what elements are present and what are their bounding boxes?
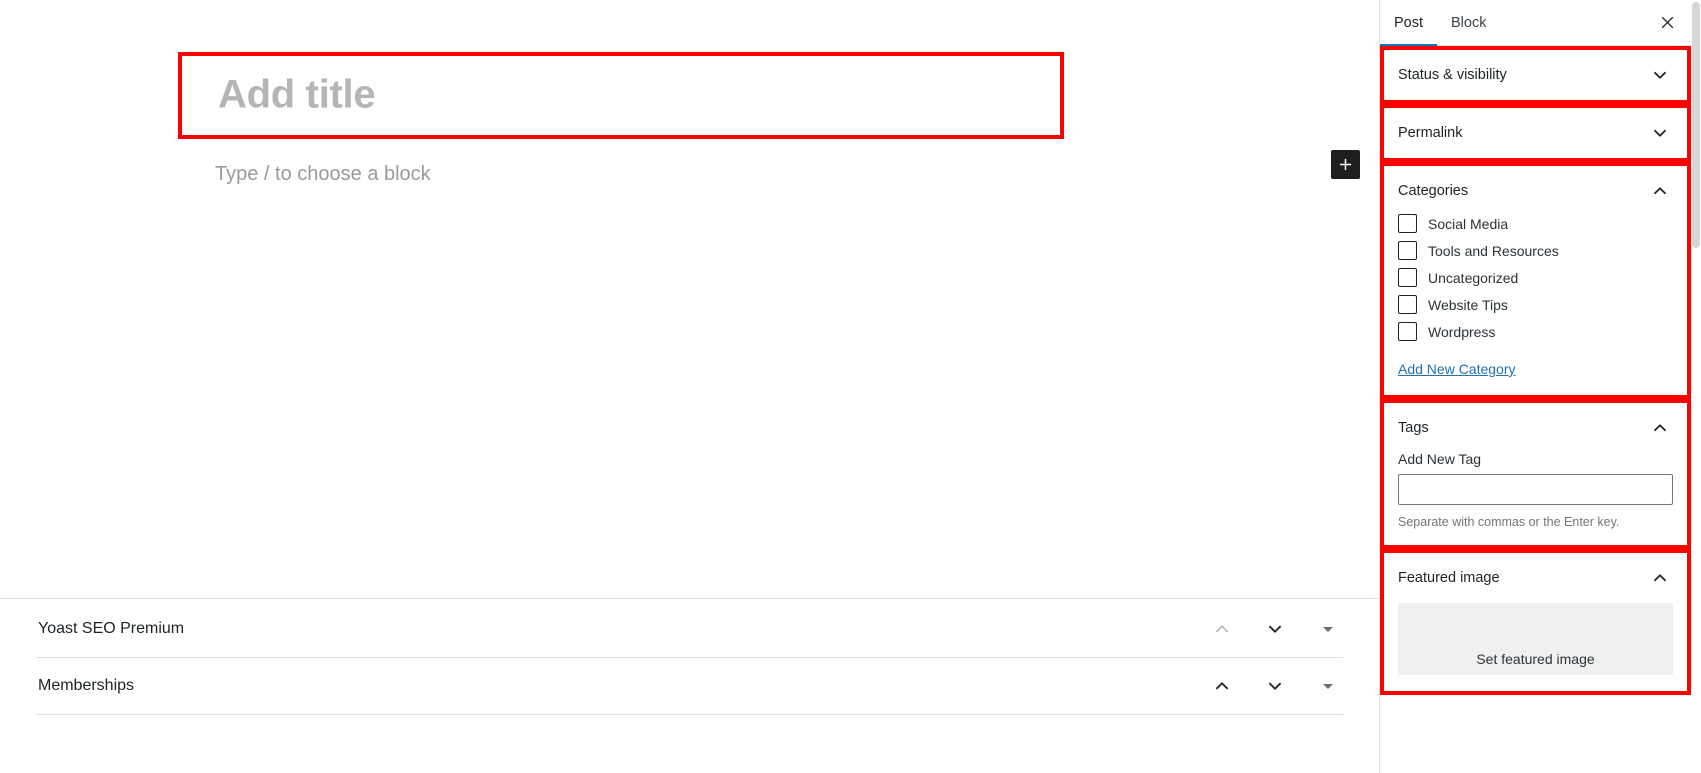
move-up-button[interactable] — [1207, 671, 1237, 701]
toggle-panel-button[interactable] — [1313, 614, 1343, 644]
chevron-up-icon — [1216, 682, 1228, 690]
chevron-down-icon — [1269, 625, 1281, 633]
settings-sidebar: Post Block Status & visibility Permalink… — [1379, 0, 1691, 773]
meta-panel-actions — [1207, 658, 1343, 714]
page-scrollbar-track[interactable] — [1691, 0, 1701, 773]
checkbox-icon[interactable] — [1398, 214, 1417, 233]
panel-tags-title: Tags — [1398, 420, 1429, 436]
chevron-down-icon — [1269, 682, 1281, 690]
panel-status-visibility-header[interactable]: Status & visibility — [1384, 50, 1687, 100]
editor-region: Add title Type / to choose a block Yoast… — [0, 0, 1379, 773]
category-label: Uncategorized — [1428, 269, 1519, 286]
post-title-placeholder: Add title — [218, 72, 376, 117]
category-label: Wordpress — [1428, 323, 1496, 340]
category-item-uncategorized[interactable]: Uncategorized — [1398, 268, 1673, 287]
panel-status-visibility-title: Status & visibility — [1398, 67, 1507, 83]
meta-panel-title: Memberships — [38, 677, 135, 694]
checkbox-icon[interactable] — [1398, 322, 1417, 341]
meta-panel-actions — [1207, 601, 1343, 657]
checkbox-icon[interactable] — [1398, 295, 1417, 314]
set-featured-image-button[interactable]: Set featured image — [1398, 603, 1673, 675]
panel-tags[interactable]: Tags Add New Tag Separate with commas or… — [1380, 399, 1691, 549]
meta-boxes-region: Yoast SEO Premium Memberships — [0, 598, 1379, 773]
block-appender-placeholder[interactable]: Type / to choose a block — [215, 163, 431, 186]
category-item-tools-and-resources[interactable]: Tools and Resources — [1398, 241, 1673, 260]
panel-categories[interactable]: Categories Social Media Tools and Resour… — [1380, 162, 1691, 399]
move-down-button[interactable] — [1260, 614, 1290, 644]
tab-post-label: Post — [1394, 15, 1424, 31]
close-icon — [1661, 16, 1673, 29]
category-label: Social Media — [1428, 215, 1509, 232]
category-item-website-tips[interactable]: Website Tips — [1398, 295, 1673, 314]
panel-categories-title: Categories — [1398, 183, 1469, 199]
panel-featured-image[interactable]: Featured image Set featured image — [1380, 549, 1691, 695]
category-item-wordpress[interactable]: Wordpress — [1398, 322, 1673, 341]
tab-block-label: Block — [1451, 15, 1487, 31]
close-sidebar-button[interactable] — [1651, 7, 1683, 39]
wordpress-block-editor: Add title Type / to choose a block Yoast… — [0, 0, 1701, 773]
page-scrollbar-thumb[interactable] — [1692, 2, 1700, 248]
sidebar-tab-bar: Post Block — [1380, 0, 1691, 47]
chevron-up-icon — [1649, 180, 1671, 202]
panel-permalink-title: Permalink — [1398, 125, 1463, 141]
panel-featured-image-header[interactable]: Featured image — [1384, 553, 1687, 603]
panel-status-visibility[interactable]: Status & visibility — [1380, 46, 1691, 104]
panel-tags-body: Add New Tag Separate with commas or the … — [1384, 451, 1687, 545]
post-title-field[interactable]: Add title — [178, 52, 1064, 139]
category-label: Tools and Resources — [1428, 242, 1559, 259]
tab-block[interactable]: Block — [1437, 0, 1500, 46]
chevron-up-icon — [1649, 417, 1671, 439]
editor-canvas[interactable]: Add title Type / to choose a block — [0, 0, 1379, 598]
panel-featured-image-title: Featured image — [1398, 570, 1500, 586]
add-new-tag-label: Add New Tag — [1398, 451, 1482, 467]
add-block-button[interactable] — [1331, 150, 1360, 179]
checkbox-icon[interactable] — [1398, 268, 1417, 287]
toggle-panel-button[interactable] — [1313, 671, 1343, 701]
meta-panel-yoast[interactable]: Yoast SEO Premium — [36, 601, 1343, 658]
panel-featured-image-body: Set featured image — [1384, 603, 1687, 691]
tags-help-text: Separate with commas or the Enter key. — [1398, 515, 1620, 529]
chevron-down-icon — [1649, 64, 1671, 86]
move-down-button[interactable] — [1260, 671, 1290, 701]
checkbox-icon[interactable] — [1398, 241, 1417, 260]
triangle-down-icon — [1323, 627, 1333, 632]
panel-permalink[interactable]: Permalink — [1380, 104, 1691, 162]
meta-panel-memberships[interactable]: Memberships — [36, 658, 1343, 715]
category-label: Website Tips — [1428, 296, 1508, 313]
set-featured-image-label: Set featured image — [1476, 651, 1595, 667]
move-up-button[interactable] — [1207, 614, 1237, 644]
panel-categories-header[interactable]: Categories — [1384, 166, 1687, 216]
meta-panel-title: Yoast SEO Premium — [38, 620, 185, 637]
add-new-category-link[interactable]: Add New Category — [1398, 361, 1516, 377]
panel-tags-header[interactable]: Tags — [1384, 403, 1687, 453]
triangle-down-icon — [1323, 684, 1333, 689]
panel-categories-body: Social Media Tools and Resources Uncateg… — [1384, 214, 1687, 395]
add-new-tag-input[interactable] — [1398, 474, 1673, 505]
tab-post[interactable]: Post — [1380, 0, 1438, 47]
panel-permalink-header[interactable]: Permalink — [1384, 108, 1687, 158]
plus-icon — [1339, 158, 1352, 171]
chevron-up-icon — [1649, 567, 1671, 589]
chevron-up-icon — [1216, 625, 1228, 633]
category-item-social-media[interactable]: Social Media — [1398, 214, 1673, 233]
category-checkbox-list: Social Media Tools and Resources Uncateg… — [1398, 214, 1673, 341]
chevron-down-icon — [1649, 122, 1671, 144]
